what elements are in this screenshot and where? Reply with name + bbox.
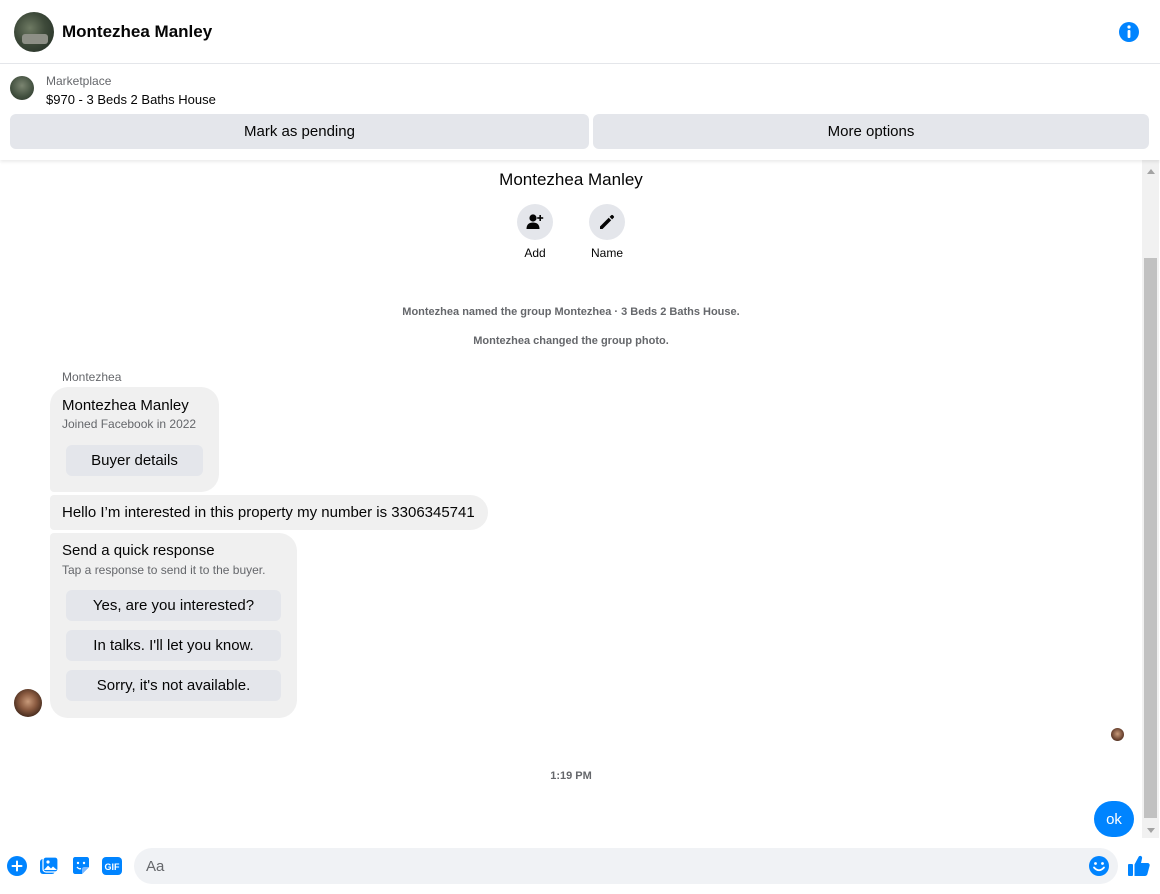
message-thread: Montezhea Manley Add Name Montezhea name… [0, 160, 1160, 844]
conversation-title: Montezhea Manley [499, 170, 643, 189]
name-label: Name [590, 246, 623, 260]
info-icon[interactable] [1118, 21, 1140, 43]
svg-text:GIF: GIF [105, 862, 121, 872]
sender-avatar[interactable] [14, 689, 42, 717]
message-composer: GIF [0, 844, 1160, 894]
marketplace-label: Marketplace [46, 74, 112, 88]
quick-response-option[interactable]: Yes, are you interested? [66, 590, 281, 621]
add-person-button[interactable] [517, 204, 553, 240]
quick-response-subtitle: Tap a response to send it to the buyer. [62, 563, 266, 577]
gif-icon[interactable]: GIF [101, 855, 123, 877]
system-message: Montezhea named the group Montezhea · 3 … [402, 306, 740, 318]
photo-icon[interactable] [38, 855, 60, 877]
sender-name: Montezhea [62, 370, 122, 384]
outgoing-message-bubble[interactable]: ok [1094, 801, 1134, 837]
profile-card-name: Montezhea Manley [62, 397, 189, 414]
buyer-details-button[interactable]: Buyer details [66, 445, 203, 476]
scrollbar[interactable] [1142, 160, 1159, 838]
quick-response-option[interactable]: Sorry, it's not available. [66, 670, 281, 701]
header-contact-name[interactable]: Montezhea Manley [62, 22, 212, 42]
add-label: Add [524, 246, 546, 260]
emoji-icon[interactable] [1088, 855, 1110, 877]
chat-header: Montezhea Manley [0, 0, 1160, 64]
message-timestamp: 1:19 PM [550, 770, 592, 782]
profile-card-bubble: Montezhea Manley Joined Facebook in 2022… [50, 387, 219, 492]
pencil-icon [600, 214, 615, 229]
seen-receipt-avatar [1111, 728, 1124, 741]
add-people-action[interactable]: Add [505, 204, 565, 260]
quick-response-bubble: Send a quick response Tap a response to … [50, 533, 297, 718]
thumbs-up-icon[interactable] [1127, 854, 1151, 878]
listing-title[interactable]: $970 - 3 Beds 2 Baths House [46, 92, 216, 107]
quick-response-title: Send a quick response [62, 542, 215, 559]
scrollbar-thumb[interactable] [1144, 258, 1157, 818]
message-input[interactable] [146, 848, 1076, 884]
listing-thumbnail[interactable] [10, 76, 34, 100]
add-person-icon [526, 214, 544, 229]
profile-card-joined: Joined Facebook in 2022 [62, 417, 197, 431]
header-avatar[interactable] [14, 12, 54, 52]
mark-as-pending-button[interactable]: Mark as pending [10, 114, 589, 149]
name-group-action[interactable]: Name [577, 204, 637, 260]
quick-response-option[interactable]: In talks. I'll let you know. [66, 630, 281, 661]
message-input-wrapper [134, 848, 1118, 884]
sticker-icon[interactable] [70, 855, 92, 877]
scroll-down-arrow-icon[interactable] [1142, 824, 1159, 836]
scroll-up-arrow-icon[interactable] [1142, 165, 1159, 177]
name-button[interactable] [589, 204, 625, 240]
incoming-message-bubble[interactable]: Hello I’m interested in this property my… [50, 495, 488, 530]
system-message: Montezhea changed the group photo. [473, 335, 669, 347]
more-options-button[interactable]: More options [593, 114, 1149, 149]
marketplace-panel: Marketplace $970 - 3 Beds 2 Baths House … [0, 64, 1160, 160]
plus-icon[interactable] [6, 855, 28, 877]
